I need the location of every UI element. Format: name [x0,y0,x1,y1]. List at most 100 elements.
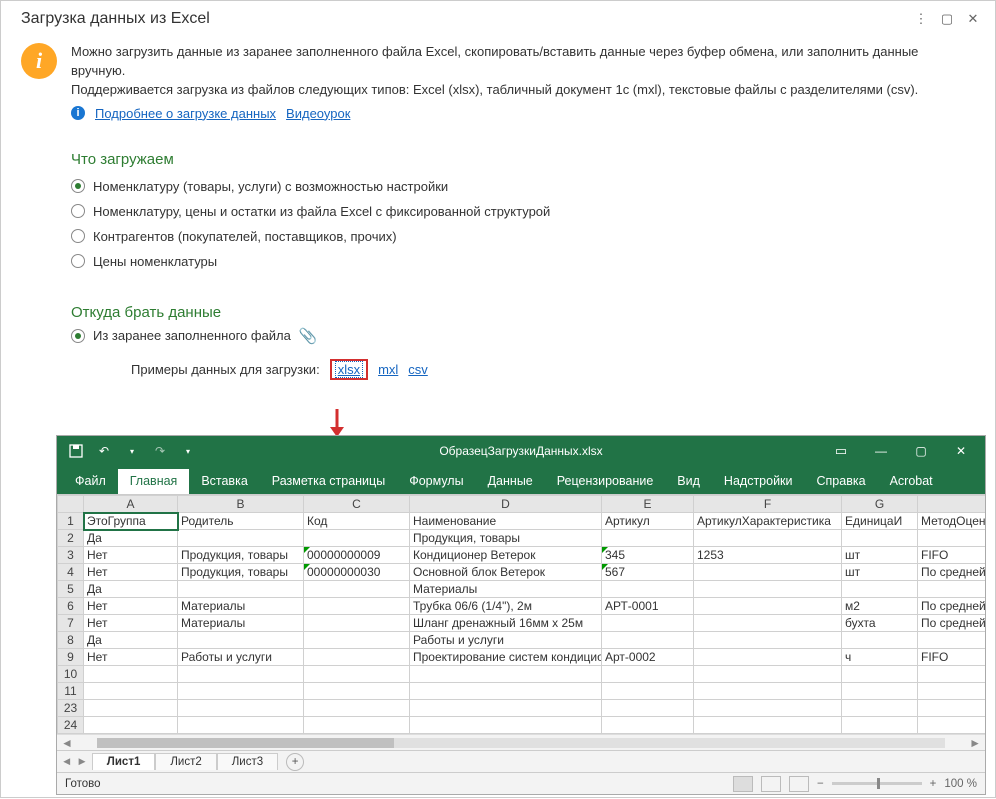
cell-7-D[interactable]: Шланг дренажный 16мм х 25м [410,615,602,632]
cell-7-B[interactable]: Материалы [178,615,304,632]
cell-2-A[interactable]: Да [84,530,178,547]
cell-11-A[interactable] [84,683,178,700]
cell-2-F[interactable] [694,530,842,547]
cell-7-C[interactable] [304,615,410,632]
new-sheet-button[interactable]: + [286,753,304,771]
row-header-7[interactable]: 7 [58,615,84,632]
cell-5-B[interactable] [178,581,304,598]
col-header-C[interactable]: C [304,496,410,513]
row-header-23[interactable]: 23 [58,700,84,717]
cell-8-B[interactable] [178,632,304,649]
radio-what-1[interactable] [71,204,85,218]
cell-4-D[interactable]: Основной блок Ветерок [410,564,602,581]
example-xlsx-link[interactable]: xlsx [335,361,363,378]
ribbon-tab-Вид[interactable]: Вид [665,469,712,494]
cell-2-B[interactable] [178,530,304,547]
cell-5-F[interactable] [694,581,842,598]
cell-5-undefined[interactable] [918,581,986,598]
zoom-in-button[interactable]: + [930,778,937,790]
cell-9-undefined[interactable]: FIFO [918,649,986,666]
cell-24-D[interactable] [410,717,602,734]
col-header-B[interactable]: B [178,496,304,513]
cell-11-undefined[interactable] [918,683,986,700]
example-mxl-link[interactable]: mxl [378,362,398,377]
save-icon[interactable] [63,439,89,463]
cell-23-A[interactable] [84,700,178,717]
zoom-out-button[interactable]: − [817,778,824,790]
close-icon[interactable]: ✕ [963,9,983,29]
cell-7-undefined[interactable]: По средней [918,615,986,632]
row-header-9[interactable]: 9 [58,649,84,666]
minimize-icon[interactable]: — [861,437,901,465]
cell-5-G[interactable] [842,581,918,598]
cell-23-D[interactable] [410,700,602,717]
cell-2-undefined[interactable] [918,530,986,547]
cell-2-E[interactable] [602,530,694,547]
cell-1-A[interactable]: ЭтоГруппа [84,513,178,530]
cell-1-B[interactable]: Родитель [178,513,304,530]
cell-10-F[interactable] [694,666,842,683]
sheet-tab-Лист2[interactable]: Лист2 [155,753,216,770]
radio-what-2[interactable] [71,229,85,243]
row-header-8[interactable]: 8 [58,632,84,649]
cell-5-A[interactable]: Да [84,581,178,598]
radio-source-file[interactable] [71,329,85,343]
horizontal-scrollbar[interactable]: ◄ ► [57,734,985,750]
cell-6-B[interactable]: Материалы [178,598,304,615]
cell-10-A[interactable] [84,666,178,683]
cell-8-A[interactable]: Да [84,632,178,649]
ribbon-tab-Разметка страницы[interactable]: Разметка страницы [260,469,397,494]
cell-23-B[interactable] [178,700,304,717]
ribbon-options-icon[interactable]: ▭ [821,437,861,465]
cell-1-E[interactable]: Артикул [602,513,694,530]
undo-icon[interactable]: ↶ [91,439,117,463]
sheet-nav-next-icon[interactable]: ► [76,756,87,768]
row-header-5[interactable]: 5 [58,581,84,598]
radio-what-0[interactable] [71,179,85,193]
row-header-11[interactable]: 11 [58,683,84,700]
cell-6-undefined[interactable]: По средней [918,598,986,615]
cell-4-B[interactable]: Продукция, товары [178,564,304,581]
cell-3-D[interactable]: Кондиционер Ветерок [410,547,602,564]
cell-5-E[interactable] [602,581,694,598]
view-pagebreak-icon[interactable] [789,776,809,792]
maximize-icon[interactable]: ▢ [937,9,957,29]
undo-dropdown-icon[interactable]: ▾ [119,439,145,463]
cell-23-undefined[interactable] [918,700,986,717]
cell-9-E[interactable]: Арт-0002 [602,649,694,666]
cell-4-A[interactable]: Нет [84,564,178,581]
cell-7-F[interactable] [694,615,842,632]
cell-11-G[interactable] [842,683,918,700]
cell-1-undefined[interactable]: МетодОцен [918,513,986,530]
cell-24-B[interactable] [178,717,304,734]
cell-1-C[interactable]: Код [304,513,410,530]
cell-8-C[interactable] [304,632,410,649]
cell-3-A[interactable]: Нет [84,547,178,564]
more-link[interactable]: Подробнее о загрузке данных [95,106,276,121]
cell-10-undefined[interactable] [918,666,986,683]
cell-11-B[interactable] [178,683,304,700]
view-pagelayout-icon[interactable] [761,776,781,792]
cell-2-C[interactable] [304,530,410,547]
cell-1-D[interactable]: Наименование [410,513,602,530]
redo-icon[interactable]: ↷ [147,439,173,463]
cell-4-undefined[interactable]: По средней [918,564,986,581]
cell-8-F[interactable] [694,632,842,649]
cell-9-G[interactable]: ч [842,649,918,666]
view-normal-icon[interactable] [733,776,753,792]
cell-3-G[interactable]: шт [842,547,918,564]
ribbon-tab-Формулы[interactable]: Формулы [397,469,475,494]
cell-10-G[interactable] [842,666,918,683]
video-link[interactable]: Видеоурок [286,106,350,121]
kebab-icon[interactable]: ⋮ [911,9,931,29]
example-csv-link[interactable]: csv [408,362,428,377]
row-header-2[interactable]: 2 [58,530,84,547]
cell-9-D[interactable]: Проектирование систем кондицио [410,649,602,666]
cell-9-C[interactable] [304,649,410,666]
cell-5-D[interactable]: Материалы [410,581,602,598]
cell-3-F[interactable]: 1253 [694,547,842,564]
cell-6-A[interactable]: Нет [84,598,178,615]
cell-6-C[interactable] [304,598,410,615]
cell-24-undefined[interactable] [918,717,986,734]
cell-3-C[interactable]: 00000000009 [304,547,410,564]
